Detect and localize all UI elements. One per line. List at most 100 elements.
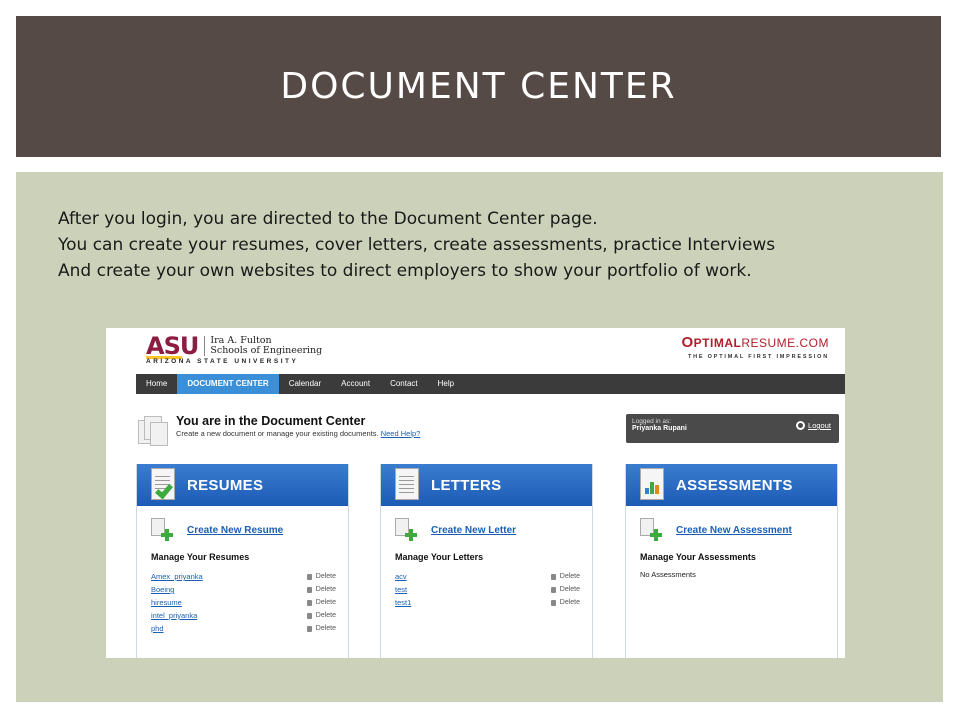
asu-school-line-2: Schools of Engineering <box>210 345 323 356</box>
list-item: acv Delete <box>395 570 580 583</box>
list-item: hiresume Delete <box>151 596 336 609</box>
list-item: phd Delete <box>151 622 336 635</box>
resumes-panel-title: RESUMES <box>187 476 264 494</box>
letter-list: acv Delete test Delete test1 Delete <box>395 570 580 609</box>
delete-button[interactable]: Delete <box>306 625 336 632</box>
intro-line-2: You can create your resumes, cover lette… <box>58 235 776 255</box>
main-nav: Home DOCUMENT CENTER Calendar Account Co… <box>136 374 845 394</box>
logout-icon <box>796 421 806 430</box>
delete-label: Delete <box>559 586 580 593</box>
delete-button[interactable]: Delete <box>550 586 580 593</box>
create-new-assessment-link[interactable]: Create New Assessment <box>676 525 792 536</box>
optimal-logo-resume: RESUME.COM <box>741 336 829 350</box>
delete-label: Delete <box>315 625 336 632</box>
nav-calendar[interactable]: Calendar <box>279 374 331 394</box>
letter-link[interactable]: test1 <box>395 598 411 607</box>
page-subtitle: Create a new document or manage your exi… <box>176 429 420 438</box>
bar-chart-icon <box>640 468 666 502</box>
manage-assessments-heading: Manage Your Assessments <box>640 552 756 562</box>
resumes-panel-header: RESUMES <box>137 464 348 506</box>
resume-link[interactable]: intel_priyanka <box>151 611 197 620</box>
resume-link[interactable]: Amex_priyanka <box>151 572 203 581</box>
delete-button[interactable]: Delete <box>550 599 580 606</box>
logout-button[interactable]: Logout <box>796 421 831 430</box>
trash-icon <box>550 573 556 580</box>
intro-line-3: And create your own websites to direct e… <box>58 261 752 281</box>
optimal-tagline: THE OPTIMAL FIRST IMPRESSION <box>687 354 829 360</box>
trash-icon <box>306 573 312 580</box>
delete-label: Delete <box>315 586 336 593</box>
delete-button[interactable]: Delete <box>550 573 580 580</box>
slide-content: After you login, you are directed to the… <box>16 172 943 702</box>
optimal-resume-brand: OPTIMALRESUME.COM <box>681 334 829 351</box>
delete-label: Delete <box>315 599 336 606</box>
nav-contact[interactable]: Contact <box>380 374 428 394</box>
trash-icon <box>306 599 312 606</box>
resume-link[interactable]: Boeing <box>151 585 174 594</box>
nav-home[interactable]: Home <box>136 374 177 394</box>
optimal-resume-logo[interactable]: OPTIMALRESUME.COM THE OPTIMAL FIRST IMPR… <box>681 334 829 360</box>
page-title: You are in the Document Center <box>176 414 366 428</box>
create-new-resume-link[interactable]: Create New Resume <box>187 525 283 536</box>
list-item: Amex_priyanka Delete <box>151 570 336 583</box>
nav-account[interactable]: Account <box>331 374 380 394</box>
delete-label: Delete <box>559 599 580 606</box>
intro-text: After you login, you are directed to the… <box>58 206 928 284</box>
create-letter-row: Create New Letter <box>395 518 592 542</box>
logout-label: Logout <box>808 421 831 430</box>
manage-letters-heading: Manage Your Letters <box>395 552 484 562</box>
heading-text: You are in the Document Center Create a … <box>176 414 420 438</box>
assessments-panel: ASSESSMENTS Create New Assessment Manage… <box>625 464 838 658</box>
add-chart-icon <box>640 518 662 542</box>
need-help-link[interactable]: Need Help? <box>381 429 421 438</box>
letters-panel-header: LETTERS <box>381 464 592 506</box>
intro-line-1: After you login, you are directed to the… <box>58 209 598 229</box>
trash-icon <box>306 625 312 632</box>
assessments-panel-header: ASSESSMENTS <box>626 464 837 506</box>
delete-button[interactable]: Delete <box>306 573 336 580</box>
letter-link[interactable]: test <box>395 585 407 594</box>
asu-school-name: Ira A. Fulton Schools of Engineering <box>204 336 322 356</box>
trash-icon <box>550 586 556 593</box>
assessments-panel-title: ASSESSMENTS <box>676 476 793 494</box>
resume-list: Amex_priyanka Delete Boeing Delete hires… <box>151 570 336 635</box>
letters-panel: LETTERS Create New Letter Manage Your Le… <box>380 464 593 658</box>
asu-logo[interactable]: ASU Ira A. Fulton Schools of Engineering <box>146 332 322 360</box>
trash-icon <box>306 586 312 593</box>
add-document-icon <box>395 518 417 542</box>
delete-label: Delete <box>315 612 336 619</box>
resumes-panel: RESUMES Create New Resume Manage Your Re… <box>136 464 349 658</box>
login-status-box: Logged in as: Priyanka Rupani Logout <box>626 414 839 443</box>
document-center-heading: You are in the Document Center Create a … <box>136 414 420 450</box>
slide-title-bar: DOCUMENT CENTER <box>16 16 941 157</box>
resume-link[interactable]: phd <box>151 624 164 633</box>
delete-button[interactable]: Delete <box>306 599 336 606</box>
create-new-letter-link[interactable]: Create New Letter <box>431 525 516 536</box>
delete-label: Delete <box>315 573 336 580</box>
list-item: intel_priyanka Delete <box>151 609 336 622</box>
letters-panel-title: LETTERS <box>431 476 502 494</box>
delete-button[interactable]: Delete <box>306 612 336 619</box>
add-document-icon <box>151 518 173 542</box>
no-assessments-text: No Assessments <box>640 570 696 579</box>
letter-link[interactable]: acv <box>395 572 407 581</box>
asu-university-name: ARIZONA STATE UNIVERSITY <box>146 358 299 365</box>
create-assessment-row: Create New Assessment <box>640 518 837 542</box>
slide-title: DOCUMENT CENTER <box>280 66 677 107</box>
trash-icon <box>306 612 312 619</box>
trash-icon <box>550 599 556 606</box>
resume-check-icon <box>151 468 177 502</box>
letter-document-icon <box>395 468 421 502</box>
delete-label: Delete <box>559 573 580 580</box>
resume-link[interactable]: hiresume <box>151 598 182 607</box>
page-subtitle-text: Create a new document or manage your exi… <box>176 429 379 438</box>
nav-help[interactable]: Help <box>428 374 464 394</box>
manage-resumes-heading: Manage Your Resumes <box>151 552 250 562</box>
optimal-logo-o: O <box>681 334 694 351</box>
documents-icon <box>136 414 172 450</box>
optimal-logo-optimal: PTIMAL <box>693 336 742 350</box>
nav-document-center[interactable]: DOCUMENT CENTER <box>177 374 279 394</box>
list-item: test1 Delete <box>395 596 580 609</box>
list-item: test Delete <box>395 583 580 596</box>
delete-button[interactable]: Delete <box>306 586 336 593</box>
